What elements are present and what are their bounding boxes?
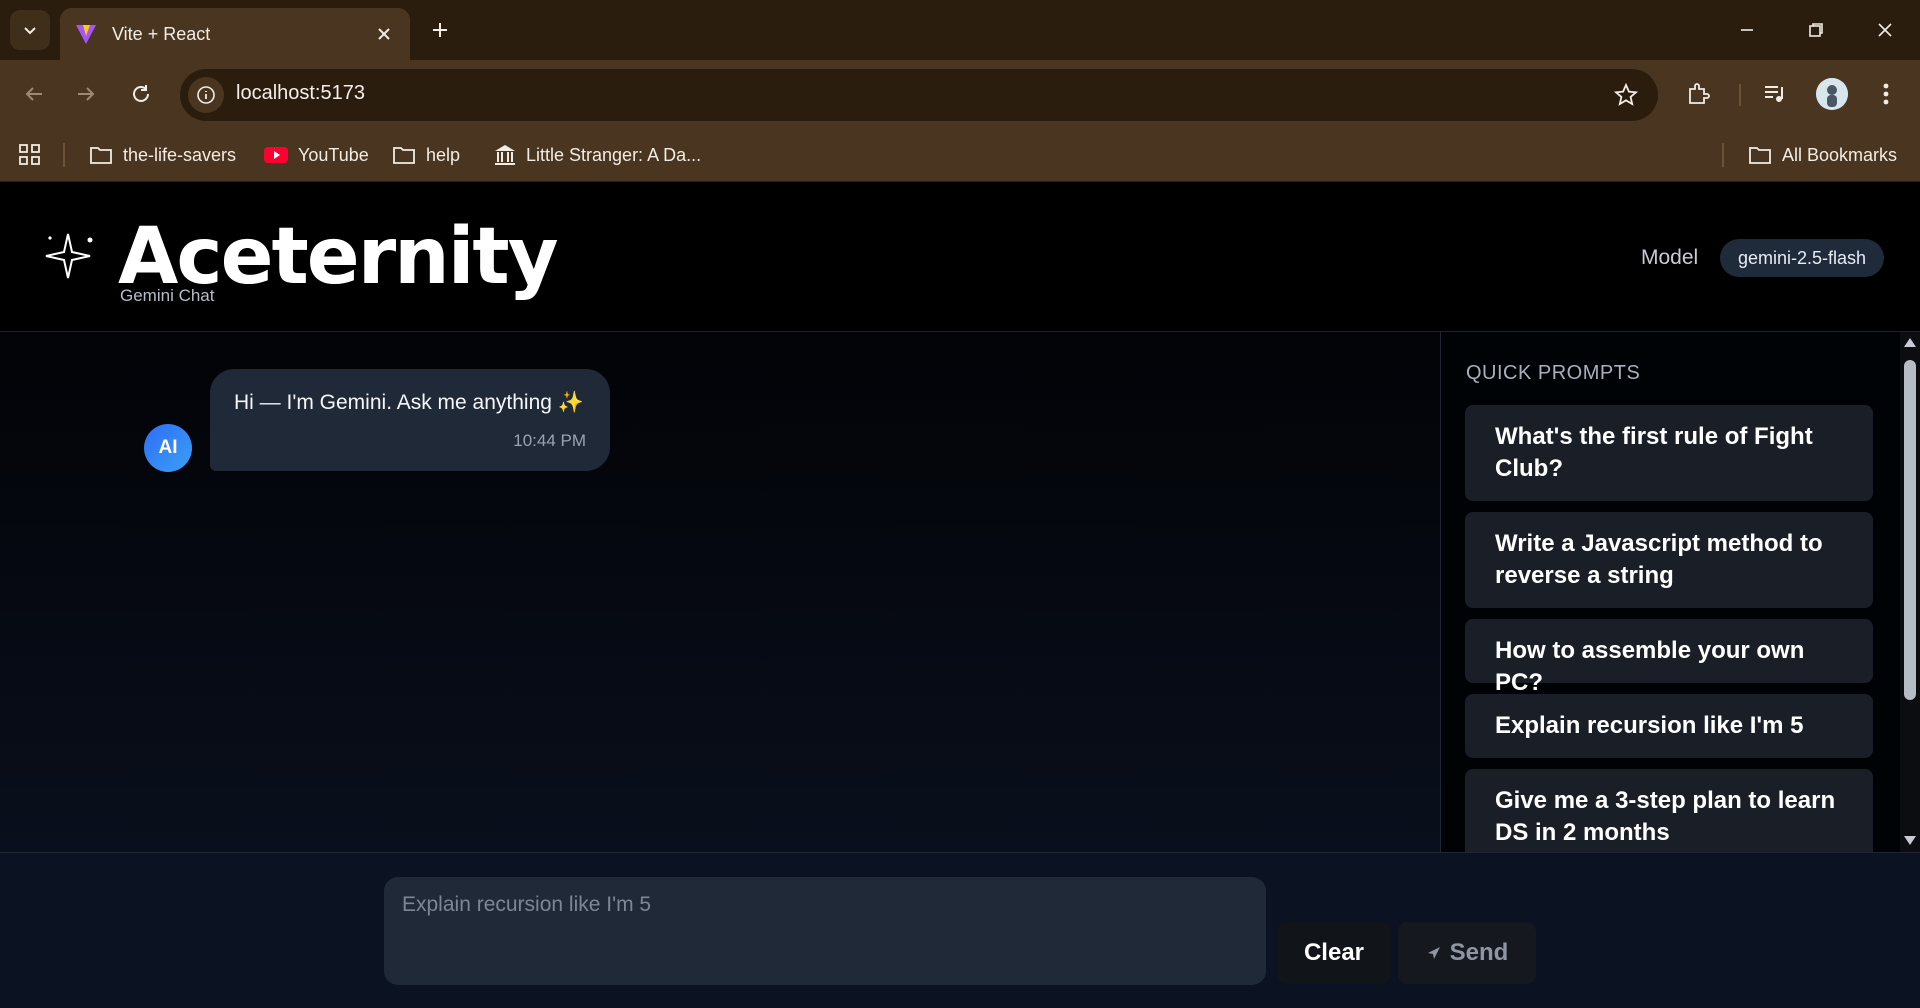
- bookmarks-divider: [1722, 143, 1724, 167]
- model-selector[interactable]: gemini-2.5-flash: [1720, 239, 1885, 277]
- minimize-button[interactable]: [1724, 12, 1770, 48]
- app-root: Aceternity Gemini Chat Model gemini-2.5-…: [0, 182, 1920, 1008]
- profile-avatar[interactable]: [1816, 78, 1848, 110]
- close-window-button[interactable]: [1862, 12, 1908, 48]
- youtube-icon: [264, 146, 288, 164]
- send-button[interactable]: Send: [1398, 922, 1536, 984]
- bookmark-label: help: [426, 144, 461, 165]
- browser-tabstrip: Vite + React: [0, 0, 1920, 60]
- info-icon: [197, 86, 215, 104]
- quick-prompt-item[interactable]: Explain recursion like I'm 5: [1465, 694, 1873, 758]
- quick-prompt-item[interactable]: What's the first rule of Fight Club?: [1465, 405, 1873, 501]
- vite-icon: [76, 25, 96, 44]
- bookmark-help[interactable]: help: [392, 140, 460, 170]
- close-icon: [1878, 23, 1892, 37]
- toolbar-divider: [1739, 84, 1741, 106]
- clear-button[interactable]: Clear: [1277, 922, 1391, 984]
- browser-menu-button[interactable]: [1868, 76, 1904, 112]
- star-icon: [1614, 83, 1638, 106]
- museum-icon: [494, 144, 516, 166]
- browser-toolbar: localhost:5173: [0, 60, 1920, 128]
- all-bookmarks-label: All Bookmarks: [1782, 144, 1898, 165]
- restore-button[interactable]: [1793, 12, 1839, 48]
- scroll-thumb[interactable]: [1904, 360, 1916, 700]
- plus-icon: [433, 23, 447, 37]
- site-info-button[interactable]: [188, 77, 224, 113]
- bookmark-label: YouTube: [298, 144, 369, 165]
- brand-subtitle: Gemini Chat: [120, 286, 215, 305]
- bookmarks-divider: [63, 143, 65, 167]
- message-text: Hi — I'm Gemini. Ask me anything ✨: [234, 391, 584, 414]
- message-timestamp: 10:44 PM: [513, 431, 586, 450]
- apps-grid-icon: [19, 144, 40, 165]
- extensions-button[interactable]: [1681, 76, 1717, 112]
- media-controls-button[interactable]: [1757, 76, 1793, 112]
- quick-prompts-panel: QUICK PROMPTS What's the first rule of F…: [1440, 332, 1900, 852]
- new-tab-button[interactable]: [424, 14, 456, 46]
- kebab-menu-icon: [1883, 83, 1889, 105]
- quick-prompts-title: QUICK PROMPTS: [1466, 362, 1641, 384]
- url-text[interactable]: localhost:5173: [236, 82, 365, 105]
- forward-button[interactable]: [66, 74, 106, 114]
- bookmark-little-stranger[interactable]: Little Stranger: A Da...: [494, 140, 701, 170]
- minimize-icon: [1741, 29, 1753, 31]
- sparkle-icon: [45, 233, 93, 279]
- tab-search-button[interactable]: [10, 10, 50, 50]
- all-bookmarks-button[interactable]: All Bookmarks: [1748, 140, 1897, 170]
- arrow-right-icon: [78, 87, 95, 101]
- quick-prompt-item[interactable]: Give me a 3-step plan to learn DS in 2 m…: [1465, 769, 1873, 852]
- folder-icon: [392, 145, 416, 165]
- send-label: Send: [1449, 939, 1509, 966]
- reload-icon: [133, 85, 149, 102]
- chevron-down-icon: [24, 27, 36, 35]
- tab-title: Vite + React: [112, 23, 211, 44]
- profile-icon: [1816, 78, 1848, 110]
- bookmark-star-button[interactable]: [1612, 81, 1640, 109]
- app-header: Aceternity Gemini Chat Model gemini-2.5-…: [0, 182, 1920, 332]
- folder-icon: [89, 145, 113, 165]
- puzzle-icon: [1689, 83, 1710, 104]
- composer: Clear Send: [0, 852, 1920, 1008]
- message-input[interactable]: [384, 877, 1266, 985]
- bookmark-youtube[interactable]: YouTube: [264, 140, 369, 170]
- bookmark-label: the-life-savers: [123, 144, 237, 165]
- bookmark-the-life-savers[interactable]: the-life-savers: [89, 140, 236, 170]
- avatar: AI: [144, 424, 192, 472]
- apps-button[interactable]: [18, 140, 42, 170]
- message-bubble: Hi — I'm Gemini. Ask me anything ✨ 10:44…: [210, 369, 610, 471]
- reload-button[interactable]: [121, 74, 161, 114]
- scroll-down-arrow-icon[interactable]: [1904, 836, 1916, 845]
- arrow-left-icon: [25, 87, 42, 101]
- restore-icon: [1809, 23, 1823, 37]
- sidebar-scrollbar[interactable]: [1900, 332, 1920, 852]
- folder-icon: [1748, 145, 1772, 165]
- close-tab-icon[interactable]: [372, 22, 396, 46]
- bookmarks-bar: the-life-savers YouTube help Little Stra…: [0, 128, 1920, 182]
- bookmark-label: Little Stranger: A Da...: [526, 144, 702, 165]
- chat-area: AI Hi — I'm Gemini. Ask me anything ✨ 10…: [0, 332, 1440, 852]
- address-bar[interactable]: localhost:5173: [180, 69, 1658, 121]
- back-button[interactable]: [14, 74, 54, 114]
- scroll-up-arrow-icon[interactable]: [1904, 338, 1916, 347]
- model-label: Model: [1641, 246, 1699, 269]
- quick-prompt-item[interactable]: How to assemble your own PC?: [1465, 619, 1873, 696]
- quick-prompt-item[interactable]: Write a Javascript method to reverse a s…: [1465, 512, 1873, 608]
- browser-tab-active[interactable]: Vite + React: [60, 8, 410, 60]
- send-icon: [1427, 947, 1440, 959]
- playlist-icon: [1765, 86, 1783, 102]
